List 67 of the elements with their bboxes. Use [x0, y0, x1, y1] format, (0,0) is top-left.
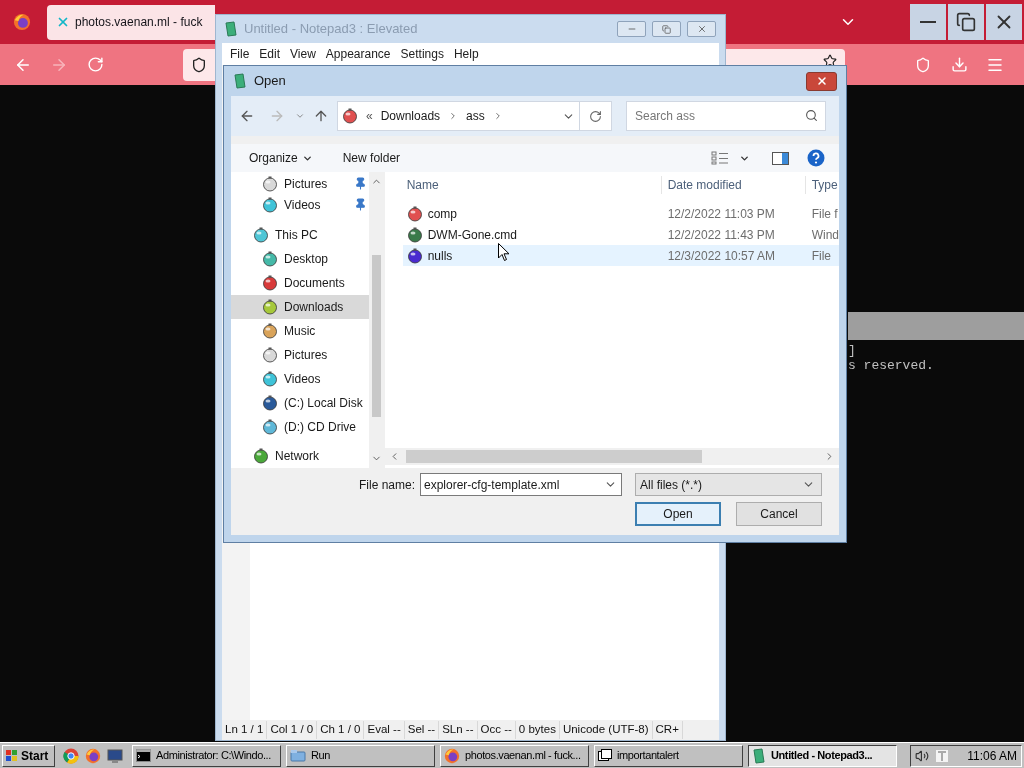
file-date: 12/3/2022 10:57 AM — [666, 247, 777, 265]
status-field: Occ -- — [477, 721, 516, 739]
file-name-label: File name: — [358, 476, 415, 494]
cancel-button[interactable]: Cancel — [736, 502, 822, 526]
file-type: Wind — [810, 226, 839, 244]
sidebar-item[interactable]: (C:) Local Disk — [231, 391, 369, 415]
sidebar-item[interactable]: Videos — [231, 194, 369, 215]
file-name: DWM-Gone.cmd — [427, 226, 517, 244]
breadcrumb-item[interactable]: Downloads — [380, 107, 441, 125]
window-title: Untitled - Notepad3 : Elevated — [244, 20, 418, 39]
column-header[interactable]: Date modified — [660, 176, 805, 194]
address-bar[interactable]: « Downloads ass — [337, 101, 580, 131]
sidebar-item[interactable]: Documents — [231, 271, 369, 295]
file-name-combobox[interactable]: explorer-cfg-template.xml — [420, 473, 622, 496]
menu-item[interactable]: File — [225, 45, 255, 63]
taskbar-button[interactable]: Administrator: C:\Windo... — [132, 744, 281, 767]
dialog-title: Open — [254, 72, 286, 91]
sidebar-item[interactable]: Network — [231, 444, 369, 468]
file-type: File — [810, 247, 831, 265]
sidebar-item[interactable]: Pictures — [231, 173, 369, 194]
menu-item[interactable]: Edit — [254, 45, 286, 63]
taskbar-button[interactable]: importantalert — [594, 744, 743, 767]
status-field: Sel -- — [404, 721, 440, 739]
browser-tab[interactable]: photos.vaenan.ml - fuck — [47, 4, 215, 40]
file-date: 12/2/2022 11:03 PM — [666, 205, 776, 223]
status-field: Unicode (UTF-8) — [559, 721, 653, 739]
file-name: nulls — [427, 247, 453, 265]
taskbar-button[interactable]: Untitled - Notepad3... — [748, 744, 897, 767]
sidebar-item[interactable]: Videos — [231, 367, 369, 391]
status-field: 0 bytes — [515, 721, 560, 739]
file-type: File f — [810, 205, 838, 223]
status-field: CR+ — [652, 721, 683, 739]
file-date: 12/2/2022 11:43 PM — [666, 226, 776, 244]
status-field: Ln 1 / 1 — [222, 721, 268, 739]
file-name: comp — [427, 205, 457, 223]
column-header[interactable]: Name — [384, 176, 661, 194]
start-button[interactable]: Start — [2, 744, 55, 767]
column-header[interactable]: Type — [804, 176, 838, 194]
breadcrumb-chevrons: « — [366, 108, 373, 125]
file-row[interactable]: DWM-Gone.cmd 12/2/2022 11:43 PM Wind — [402, 224, 839, 245]
sidebar-item[interactable]: This PC — [231, 223, 369, 247]
new-folder-button[interactable]: New folder — [342, 149, 401, 167]
sidebar-item[interactable]: Desktop — [231, 247, 369, 271]
open-button[interactable]: Open — [635, 502, 721, 526]
menu-item[interactable]: Appearance — [320, 45, 396, 63]
sidebar-item[interactable]: Downloads — [231, 295, 369, 319]
file-row[interactable]: comp 12/2/2022 11:03 PM File f — [402, 203, 839, 224]
menu-item[interactable]: View — [285, 45, 321, 63]
console-line: ] — [848, 343, 857, 358]
status-field: Ch 1 / 0 — [317, 721, 365, 739]
taskbar-button[interactable]: Run — [286, 744, 435, 767]
file-type-dropdown[interactable]: All files (*.*) — [635, 473, 822, 496]
sidebar-item[interactable]: (D:) CD Drive — [231, 415, 369, 439]
search-field[interactable]: Search ass — [626, 101, 826, 131]
breadcrumb-item[interactable]: ass — [466, 107, 485, 125]
sidebar-item[interactable]: Pictures — [231, 343, 369, 367]
status-field: SLn -- — [439, 721, 478, 739]
organize-button[interactable]: Organize — [249, 149, 313, 167]
console-line: s reserved. — [848, 358, 935, 373]
menu-item[interactable]: Settings — [395, 45, 449, 63]
taskbar-button[interactable]: photos.vaenan.ml - fuck... — [440, 744, 589, 767]
clock: 11:06 AM — [967, 747, 1017, 765]
sidebar-item[interactable]: Music — [231, 319, 369, 343]
status-field: Eval -- — [364, 721, 405, 739]
menu-item[interactable]: Help — [448, 45, 484, 63]
status-field: Col 1 / 0 — [267, 721, 318, 739]
file-row[interactable]: nulls 12/3/2022 10:57 AM File — [402, 245, 839, 266]
